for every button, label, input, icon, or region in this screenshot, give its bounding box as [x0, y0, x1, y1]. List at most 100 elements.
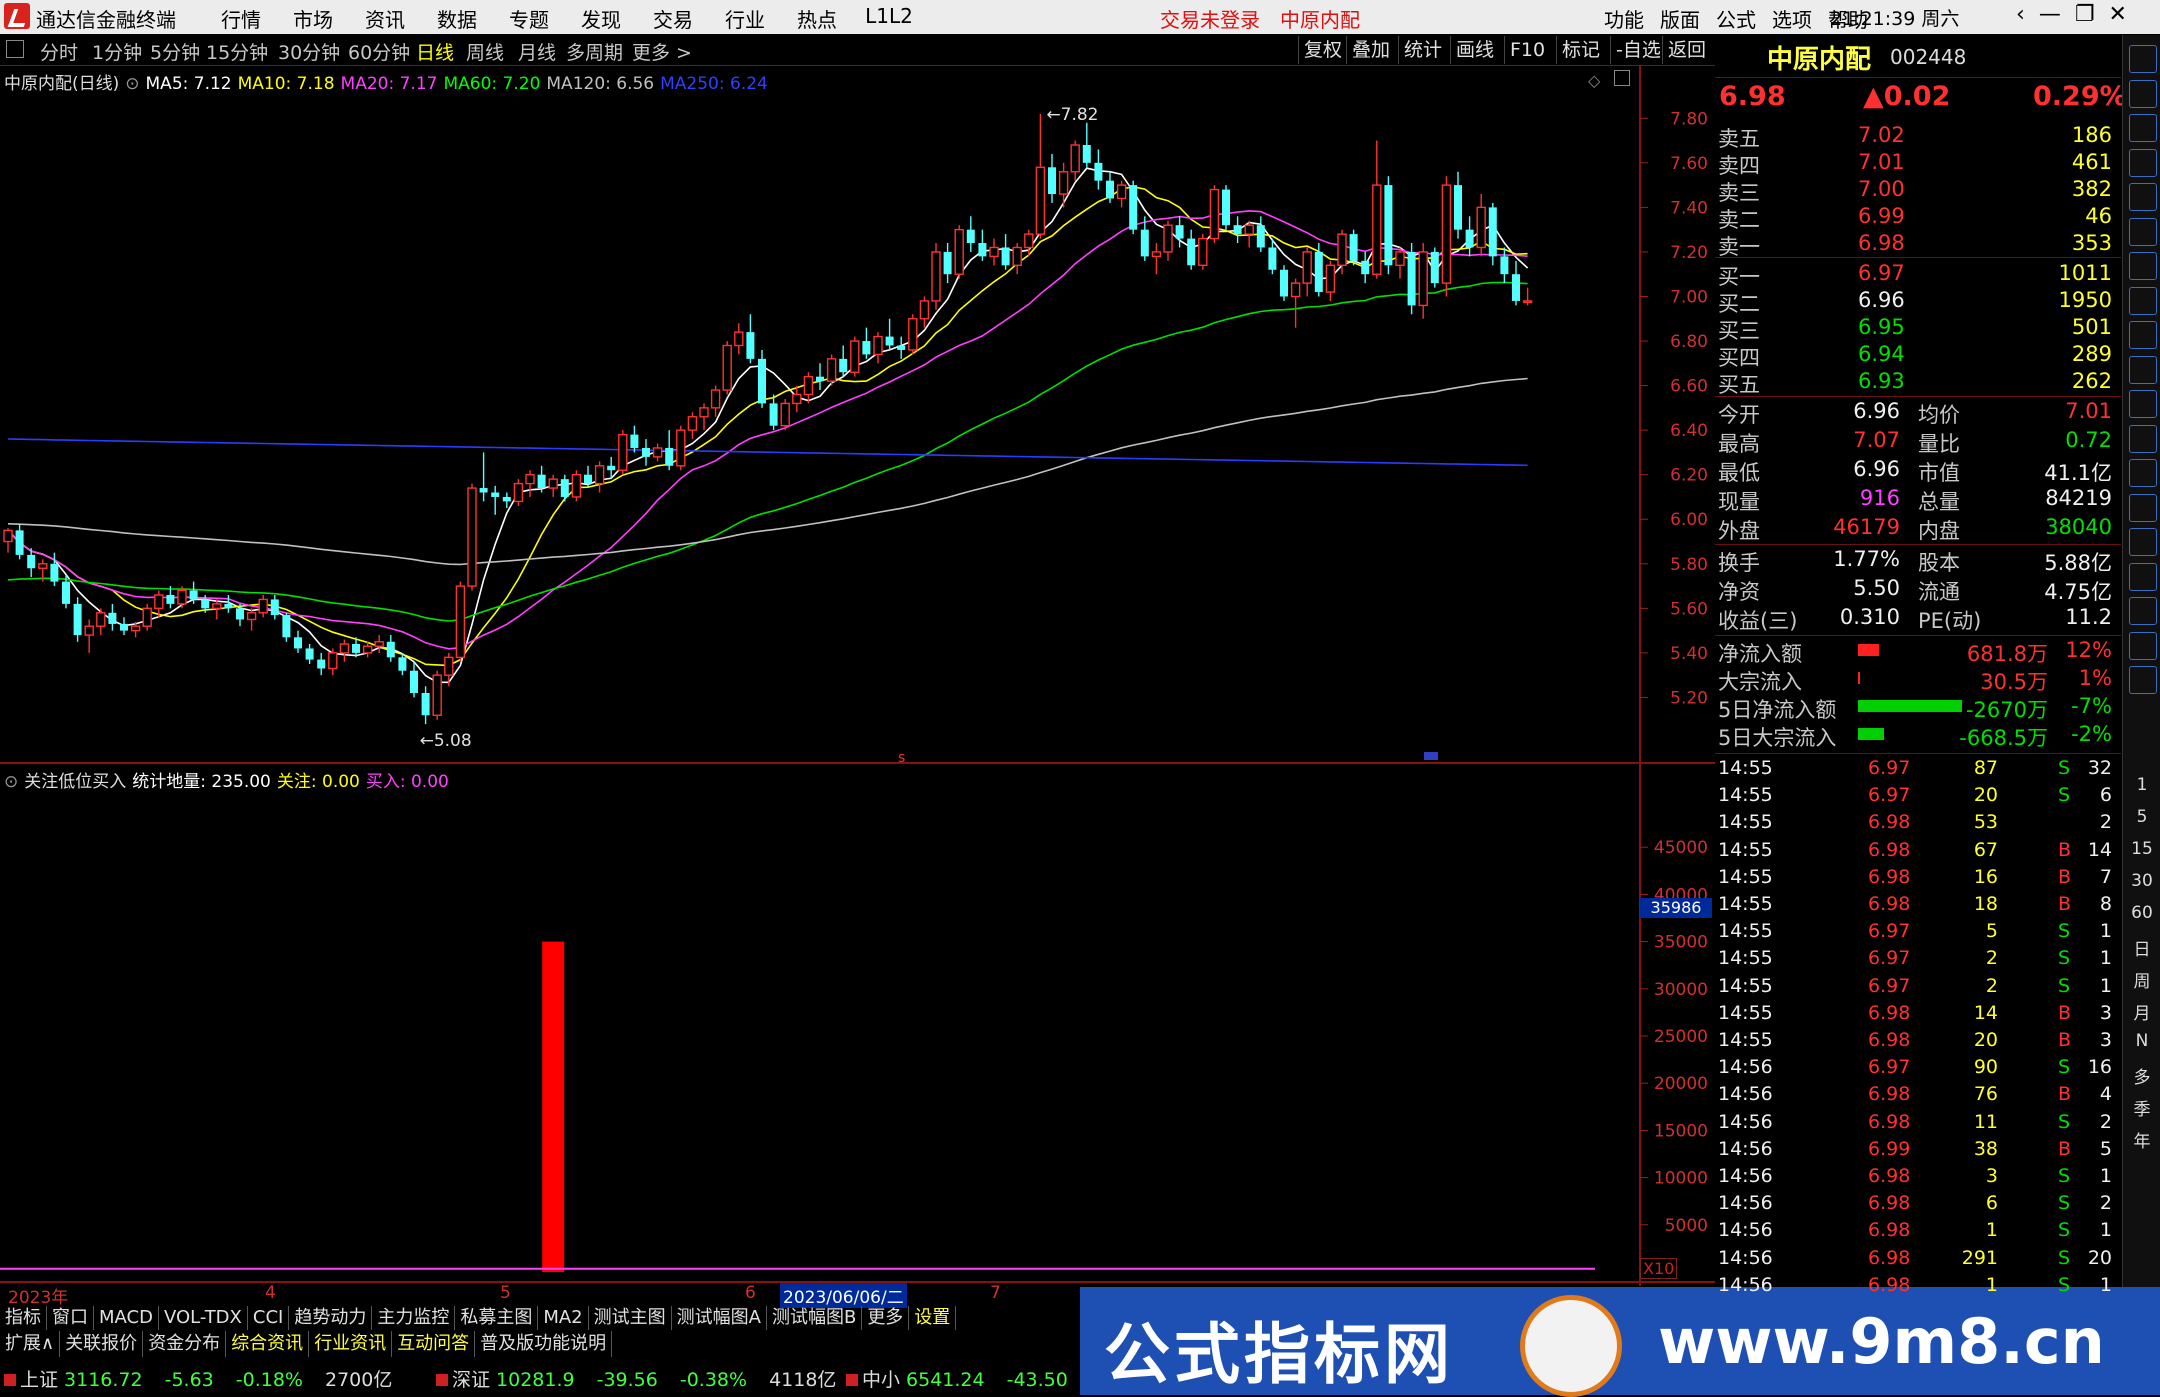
ask-row[interactable]: 卖一 6.98 353 [1718, 231, 2118, 259]
flow-row[interactable]: 5日净流入额 -2670万 -7% [1718, 694, 2118, 722]
info-tab-1[interactable]: 关联报价 [60, 1331, 144, 1357]
indicator-tab-0[interactable]: 指标 [0, 1306, 47, 1330]
stat-row[interactable]: 收益(三) 0.310 PE(动) 11.2 [1718, 605, 2118, 633]
menu-item-2[interactable]: 资讯 [349, 4, 421, 33]
sidebar-period-10[interactable]: 季 [2123, 1095, 2160, 1120]
kline-chart[interactable]: 5.20 5.40 5.60 5.80 6.00 6.20 6.40 6.60 6.80 7.00… [0, 66, 1715, 1306]
menu-item-0[interactable]: 行情 [205, 4, 277, 33]
scale-label[interactable]: X10 [1640, 1258, 1678, 1279]
restore-icon[interactable]: ❐ [2075, 2, 2095, 27]
period-tab-5[interactable]: 60分钟 [348, 38, 410, 65]
login-status[interactable]: 交易未登录 [1160, 4, 1260, 33]
right-menu-item-3[interactable]: 选项 [1764, 4, 1820, 33]
period-tab-10[interactable]: 更多 > [632, 38, 692, 65]
sidebar-period-11[interactable]: 年 [2123, 1127, 2160, 1152]
period-tab-6[interactable]: 日线 [416, 38, 454, 65]
indicator-tab-8[interactable]: MA2 [538, 1306, 589, 1330]
bid-row[interactable]: 买三 6.95 501 [1718, 315, 2118, 343]
menu-item-5[interactable]: 发现 [565, 4, 637, 33]
chart-icon[interactable] [2129, 217, 2157, 246]
sidebar-period-5[interactable]: 日 [2123, 935, 2160, 960]
rsi-icon[interactable] [2129, 528, 2157, 556]
sidebar-period-3[interactable]: 30 [2123, 871, 2160, 891]
signal-icon[interactable] [2129, 562, 2157, 591]
info-tab-4[interactable]: 行业资讯 [309, 1331, 393, 1357]
info-tab-3[interactable]: 综合资讯 [226, 1331, 310, 1357]
menu-item-3[interactable]: 数据 [421, 4, 493, 33]
indicator-tab-11[interactable]: 测试幅图B [767, 1306, 863, 1330]
toolbar-button-2[interactable]: 统计 [1398, 36, 1447, 64]
period-tab-0[interactable]: 分时 [40, 38, 78, 65]
indicator-tab-1[interactable]: 窗口 [47, 1306, 94, 1330]
toolbar-button-4[interactable]: F10 [1504, 36, 1550, 64]
period-tab-7[interactable]: 周线 [466, 38, 504, 65]
indicator-tab-12[interactable]: 更多 [862, 1306, 910, 1330]
stat-row[interactable]: 最高 7.07 量比 0.72 [1718, 428, 2118, 456]
menu-item-4[interactable]: 专题 [493, 4, 565, 33]
news-icon[interactable] [2129, 459, 2157, 487]
sidebar-period-4[interactable]: 60 [2123, 903, 2160, 923]
sidebar-period-2[interactable]: 15 [2123, 839, 2160, 859]
indicator-tab-9[interactable]: 测试主图 [589, 1306, 672, 1330]
cross-icon[interactable] [2129, 597, 2157, 625]
index-2[interactable]: 中小 6541.24 -43.50 [846, 1365, 1068, 1392]
list-icon[interactable] [2129, 183, 2157, 211]
down-arrow-icon[interactable] [2129, 114, 2157, 142]
ask-row[interactable]: 卖三 7.00 382 [1718, 177, 2118, 205]
info-icon[interactable] [2129, 286, 2157, 315]
period-tab-9[interactable]: 多周期 [566, 38, 623, 65]
ask-row[interactable]: 卖四 7.01 461 [1718, 150, 2118, 178]
stat-row[interactable]: 换手 1.77% 股本 5.88亿 [1718, 547, 2118, 575]
indicator-tab-5[interactable]: 趋势动力 [289, 1306, 373, 1330]
toolbar-button-0[interactable]: 复权 [1298, 36, 1347, 64]
up-double-icon[interactable] [2129, 79, 2157, 108]
ask-row[interactable]: 卖二 6.99 46 [1718, 204, 2118, 232]
sidebar-period-0[interactable]: 1 [2123, 775, 2160, 795]
panel-toggle-icon[interactable] [6, 40, 24, 58]
info-tab-0[interactable]: 扩展∧ [0, 1331, 61, 1357]
bid-row[interactable]: 买二 6.96 1950 [1718, 288, 2118, 316]
bid-row[interactable]: 买五 6.93 262 [1718, 369, 2118, 397]
indicator-tab-2[interactable]: MACD [94, 1306, 159, 1330]
indicator-toggle-icon[interactable]: ⊙ [4, 772, 18, 792]
stat-row[interactable]: 现量 916 总量 84219 [1718, 486, 2118, 514]
period-tab-3[interactable]: 15分钟 [206, 38, 268, 65]
toolbar-button-1[interactable]: 叠加 [1346, 36, 1395, 64]
period-tab-1[interactable]: 1分钟 [92, 38, 142, 65]
menu-item-8[interactable]: 热点 [781, 4, 853, 33]
candle-icon[interactable] [2129, 252, 2157, 280]
right-menu-item-1[interactable]: 版面 [1652, 4, 1708, 33]
indicator-tab-7[interactable]: 私募主图 [455, 1306, 539, 1330]
sidebar-period-8[interactable]: N [2123, 1031, 2160, 1051]
cycle-icon[interactable] [2129, 493, 2157, 522]
sidebar-period-1[interactable]: 5 [2123, 807, 2160, 827]
indicator-tab-13[interactable]: 设置 [909, 1306, 957, 1330]
info-tab-5[interactable]: 互动问答 [392, 1331, 476, 1357]
indicator-tab-4[interactable]: CCI [248, 1306, 290, 1330]
minimize-icon[interactable]: — [2039, 2, 2061, 27]
index-0[interactable]: 上证 3116.72 -5.63 -0.18% 2700亿 [4, 1365, 392, 1392]
menu-item-1[interactable]: 市场 [277, 4, 349, 33]
menu-item-7[interactable]: 行业 [709, 4, 781, 33]
grid-icon[interactable] [2129, 148, 2157, 177]
right-menu-item-0[interactable]: 功能 [1596, 4, 1652, 33]
f10-icon[interactable] [2129, 355, 2157, 384]
flow-row[interactable]: 大宗流入 30.5万 1% [1718, 666, 2118, 694]
fs-icon[interactable] [2129, 666, 2157, 694]
period-tab-8[interactable]: 月线 [518, 38, 556, 65]
menu-item-6[interactable]: 交易 [637, 4, 709, 33]
bid-row[interactable]: 买一 6.97 1011 [1718, 261, 2118, 289]
pen-icon[interactable] [2129, 631, 2157, 660]
stat-row[interactable]: 外盘 46179 内盘 38040 [1718, 515, 2118, 543]
indicator-tab-3[interactable]: VOL-TDX [159, 1306, 248, 1330]
period-tab-4[interactable]: 30分钟 [278, 38, 340, 65]
sidebar-period-6[interactable]: 周 [2123, 967, 2160, 992]
ask-row[interactable]: 卖五 7.02 186 [1718, 123, 2118, 151]
menu-item-9[interactable]: L1L2 [853, 4, 925, 33]
flow-row[interactable]: 净流入额 681.8万 12% [1718, 638, 2118, 666]
bid-row[interactable]: 买四 6.94 289 [1718, 342, 2118, 370]
toolbar-button-7[interactable]: 返回 [1662, 36, 1711, 64]
toolbar-button-6[interactable]: -自选 [1610, 36, 1666, 64]
stat-row[interactable]: 今开 6.96 均价 7.01 [1718, 399, 2118, 427]
toolbar-button-3[interactable]: 画线 [1450, 36, 1499, 64]
